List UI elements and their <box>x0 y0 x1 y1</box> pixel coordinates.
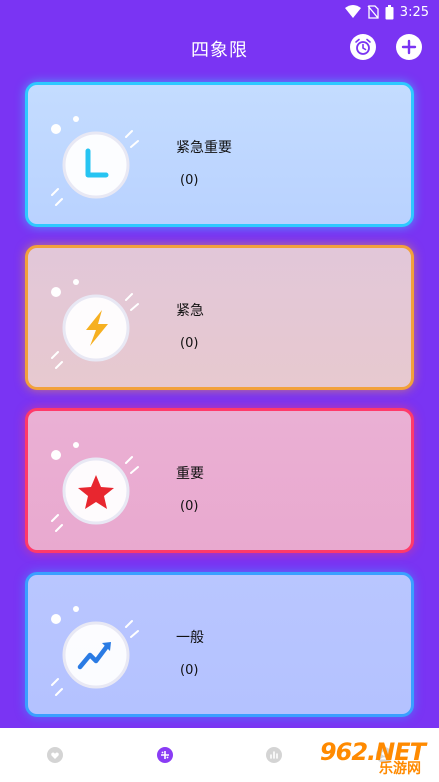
quadrant-label: 紧急 <box>176 303 204 319</box>
add-button[interactable] <box>396 34 422 60</box>
status-bar: 3:25 <box>0 0 439 24</box>
quadrant-card-important[interactable]: 重要 (0) <box>25 408 414 553</box>
status-time: 3:25 <box>399 4 429 20</box>
quadrant-count: (0) <box>180 663 199 678</box>
nav-item-stats[interactable] <box>262 743 286 767</box>
watermark: 962.NET 乐游网 <box>301 738 431 778</box>
alarm-button[interactable] <box>350 34 376 60</box>
no-sim-icon <box>367 5 379 19</box>
quadrant-count: (0) <box>180 499 199 514</box>
alarm-clock-icon <box>355 38 371 55</box>
quadrant-label: 重要 <box>176 466 204 482</box>
wifi-icon <box>344 5 361 18</box>
app-bar: 四象限 <box>0 24 439 70</box>
clock-icon <box>51 116 139 206</box>
quadrant-label: 紧急重要 <box>176 140 232 156</box>
quadrant-count: (0) <box>180 336 199 351</box>
plus-icon <box>401 39 417 55</box>
watermark-sub: 乐游网 <box>379 761 421 777</box>
grid-icon <box>156 747 173 763</box>
quadrant-label: 一般 <box>176 630 204 646</box>
quadrant-card-general[interactable]: 一般 (0) <box>25 572 414 717</box>
quadrant-card-urgent[interactable]: 紧急 (0) <box>25 245 414 390</box>
nav-item-home[interactable] <box>43 743 67 767</box>
star-icon <box>51 442 139 532</box>
nav-item-quadrant[interactable] <box>153 743 177 767</box>
trend-up-icon <box>51 606 139 696</box>
heart-icon <box>46 747 63 763</box>
lightning-icon <box>51 279 139 369</box>
battery-icon <box>385 4 394 19</box>
quadrant-card-urgent-important[interactable]: 紧急重要 (0) <box>25 82 414 227</box>
quadrant-count: (0) <box>180 173 199 188</box>
chart-icon <box>266 747 283 763</box>
